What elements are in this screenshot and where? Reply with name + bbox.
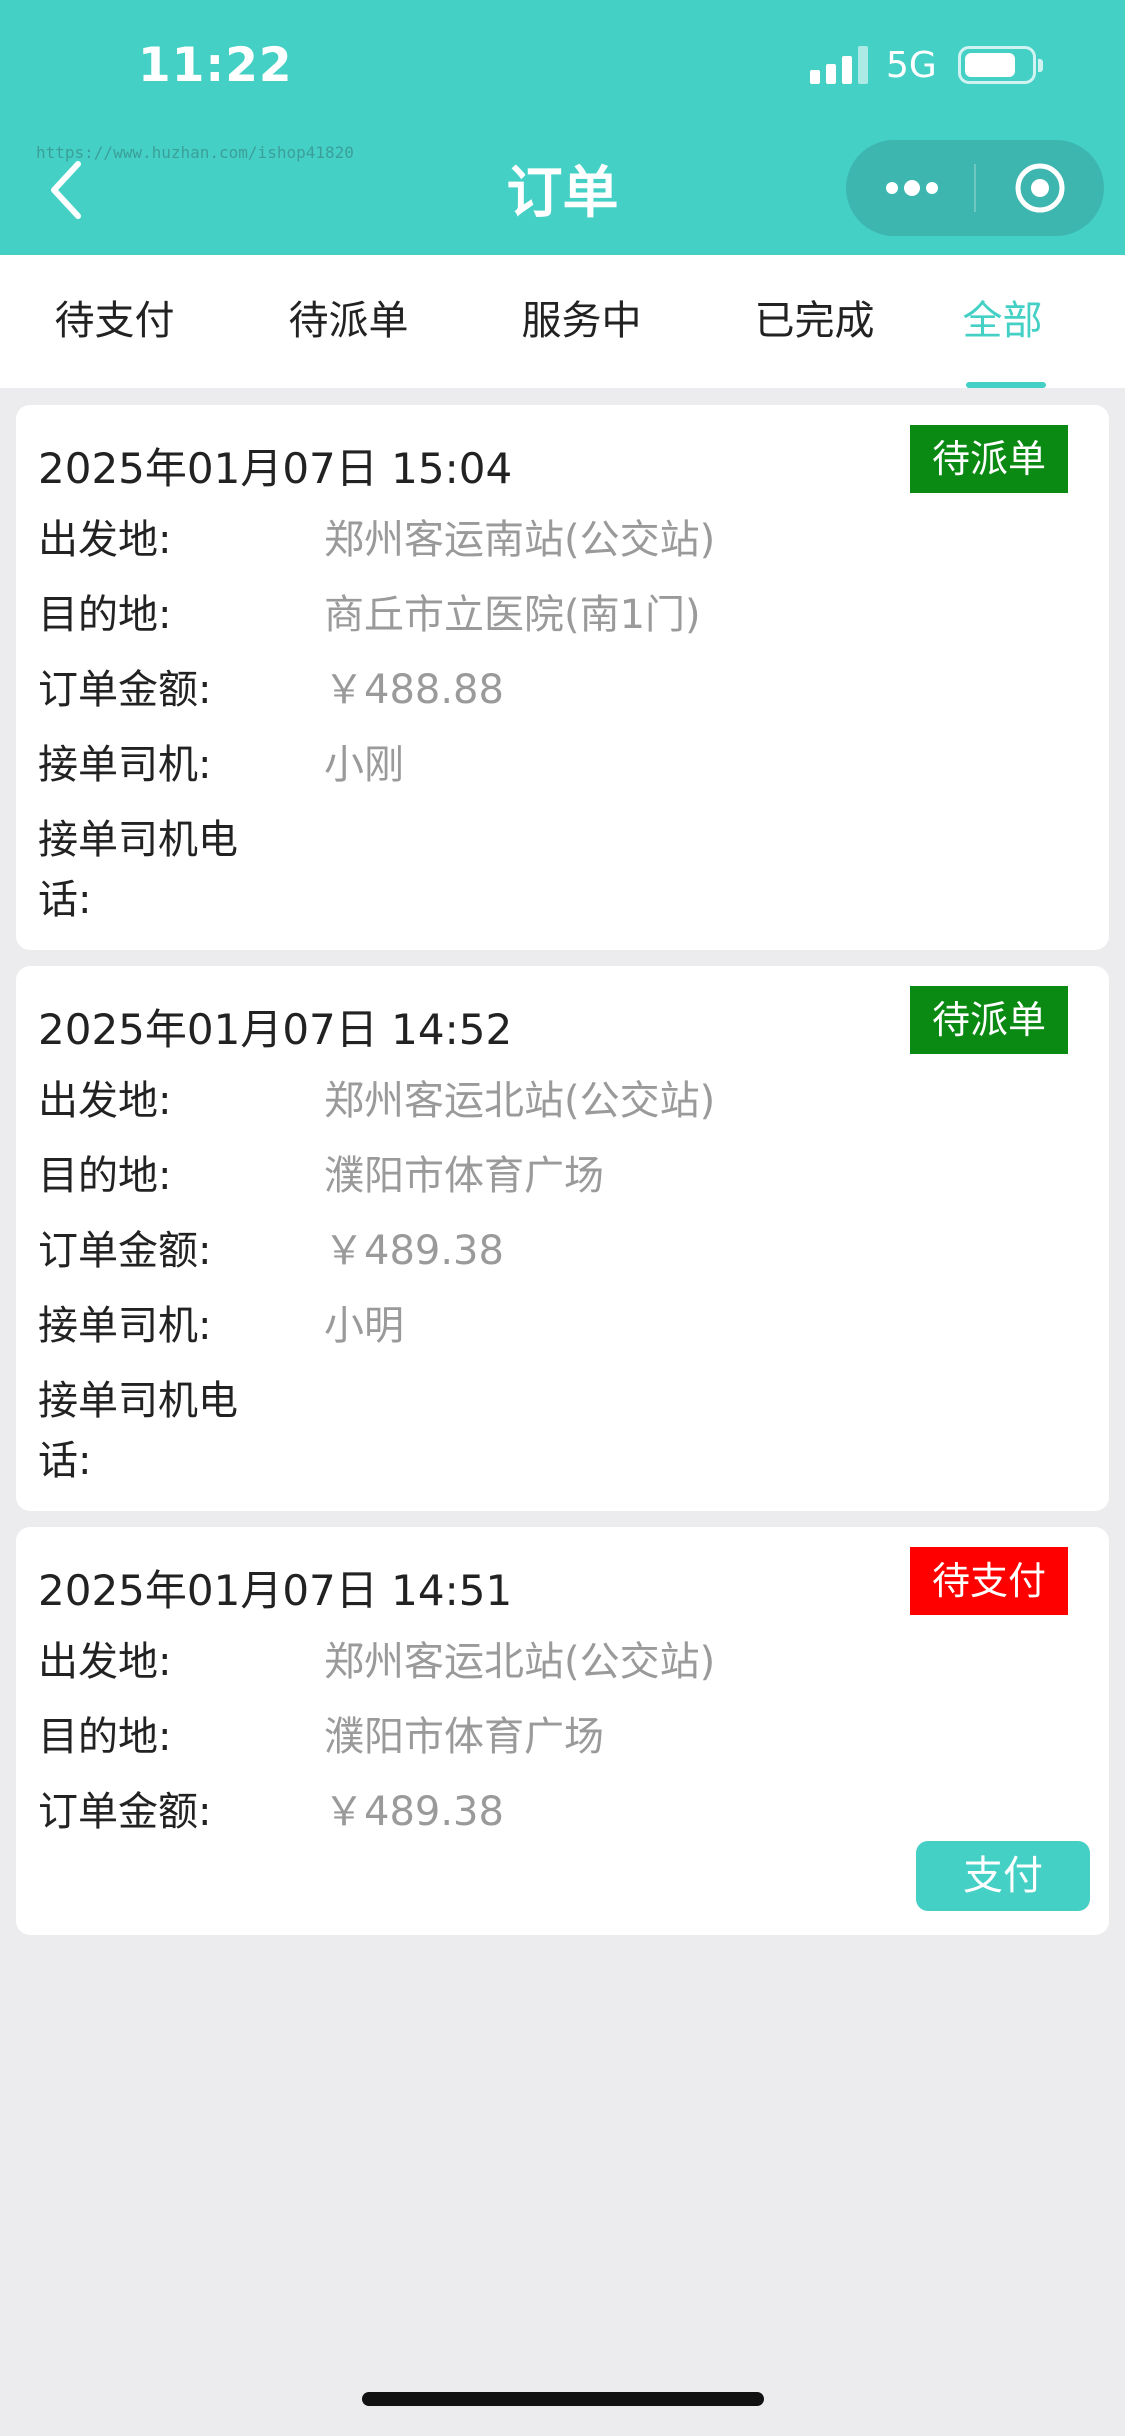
amount-row: 订单金额: ￥488.88 bbox=[38, 660, 1087, 720]
departure-row: 出发地: 郑州客运北站(公交站) bbox=[38, 1632, 1087, 1692]
pay-button[interactable]: 支付 bbox=[916, 1841, 1090, 1911]
amount-value: ￥489.38 bbox=[324, 1789, 504, 1835]
destination-row: 目的地: 濮阳市体育广场 bbox=[38, 1707, 1087, 1767]
active-tab-underline bbox=[966, 382, 1046, 388]
departure-row: 出发地: 郑州客运北站(公交站) bbox=[38, 1071, 1087, 1131]
home-indicator bbox=[362, 2392, 764, 2406]
order-date: 2025年01月07日 15:04 bbox=[38, 444, 513, 493]
driver-value: 小刚 bbox=[324, 742, 404, 788]
driver-row: 接单司机: 小明 bbox=[38, 1296, 1087, 1356]
tab-pending-payment[interactable]: 待支付 bbox=[2, 255, 227, 388]
more-icon[interactable] bbox=[882, 170, 942, 206]
departure-row: 出发地: 郑州客运南站(公交站) bbox=[38, 510, 1087, 570]
amount-label: 订单金额: bbox=[38, 667, 212, 713]
amount-value: ￥488.88 bbox=[324, 667, 504, 713]
driver-phone-row: 接单司机电话: bbox=[38, 810, 1087, 1305]
capsule-divider bbox=[974, 164, 976, 212]
destination-value: 濮阳市体育广场 bbox=[324, 1714, 604, 1760]
status-badge: 待支付 bbox=[910, 1547, 1068, 1615]
amount-label: 订单金额: bbox=[38, 1789, 212, 1835]
mini-program-capsule bbox=[846, 140, 1104, 236]
driver-phone-row: 接单司机电话: bbox=[38, 1371, 1087, 1866]
destination-row: 目的地: 濮阳市体育广场 bbox=[38, 1146, 1087, 1206]
destination-value: 濮阳市体育广场 bbox=[324, 1153, 604, 1199]
status-badge: 待派单 bbox=[910, 986, 1068, 1054]
order-date: 2025年01月07日 14:51 bbox=[38, 1566, 513, 1615]
destination-row: 目的地: 商丘市立医院(南1门) bbox=[38, 585, 1087, 645]
order-card[interactable]: 2025年01月07日 14:52 待派单 出发地: 郑州客运北站(公交站) 目… bbox=[16, 966, 1109, 1866]
departure-label: 出发地: bbox=[38, 517, 172, 563]
tab-pending-dispatch[interactable]: 待派单 bbox=[236, 255, 461, 388]
destination-label: 目的地: bbox=[38, 1714, 172, 1760]
departure-label: 出发地: bbox=[38, 1639, 172, 1685]
amount-row: 订单金额: ￥489.38 bbox=[38, 1782, 1087, 1842]
amount-value: ￥489.38 bbox=[324, 1228, 504, 1274]
destination-label: 目的地: bbox=[38, 592, 172, 638]
status-time: 11:22 bbox=[138, 38, 293, 93]
destination-label: 目的地: bbox=[38, 1153, 172, 1199]
order-tabs: 待支付 待派单 服务中 已完成 全部 bbox=[0, 255, 1125, 388]
order-date: 2025年01月07日 14:52 bbox=[38, 1005, 513, 1054]
driver-phone-label: 接单司机电话: bbox=[38, 1378, 238, 1484]
destination-value: 商丘市立医院(南1门) bbox=[324, 592, 701, 638]
driver-label: 接单司机: bbox=[38, 1303, 212, 1349]
tab-in-service[interactable]: 服务中 bbox=[469, 255, 694, 388]
battery-icon bbox=[958, 46, 1043, 84]
driver-value: 小明 bbox=[324, 1303, 404, 1349]
signal-icon bbox=[810, 46, 868, 84]
departure-value: 郑州客运北站(公交站) bbox=[324, 1078, 716, 1124]
amount-label: 订单金额: bbox=[38, 1228, 212, 1274]
order-card[interactable]: 2025年01月07日 14:51 待支付 出发地: 郑州客运北站(公交站) 目… bbox=[16, 1527, 1109, 1935]
driver-row: 接单司机: 小刚 bbox=[38, 735, 1087, 795]
driver-phone-label: 接单司机电话: bbox=[38, 817, 238, 923]
departure-value: 郑州客运南站(公交站) bbox=[324, 517, 716, 563]
status-badge: 待派单 bbox=[910, 425, 1068, 493]
order-card[interactable]: 2025年01月07日 15:04 待派单 出发地: 郑州客运南站(公交站) 目… bbox=[16, 405, 1109, 1305]
departure-label: 出发地: bbox=[38, 1078, 172, 1124]
network-label: 5G bbox=[886, 45, 937, 86]
tab-all[interactable]: 全部 bbox=[890, 255, 1115, 388]
close-circle-icon[interactable] bbox=[1014, 162, 1066, 214]
amount-row: 订单金额: ￥489.38 bbox=[38, 1221, 1087, 1281]
header: 11:22 5G https://www.huzhan.com/ishop418… bbox=[0, 0, 1125, 255]
departure-value: 郑州客运北站(公交站) bbox=[324, 1639, 716, 1685]
driver-label: 接单司机: bbox=[38, 742, 212, 788]
